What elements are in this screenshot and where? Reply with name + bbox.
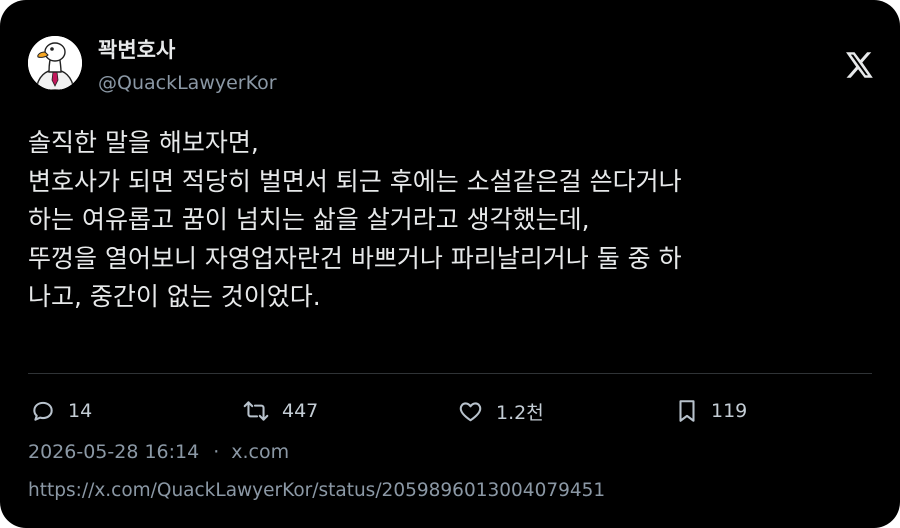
bookmark-count: 119 — [711, 400, 748, 422]
repost-button[interactable]: 447 — [242, 396, 318, 426]
post-text-line: 나고, 중간이 없는 것이었다. — [28, 282, 321, 311]
post-text-line: 변호사가 되면 적당히 벌면서 퇴근 후에는 소설같은걸 쓴다거나 — [28, 166, 682, 196]
meta-separator: · — [213, 441, 220, 463]
x-logo-icon[interactable] — [842, 48, 876, 82]
post-text-line: 하는 여유롭고 꿈이 넘치는 삶을 살거라고 생각했는데, — [28, 205, 590, 234]
author-handle[interactable]: @QuackLawyerKor — [98, 72, 277, 94]
like-count: 1.2천 — [496, 401, 544, 424]
bookmark-button[interactable]: 119 — [675, 396, 747, 426]
reply-button[interactable]: 14 — [30, 396, 92, 426]
status-url-link[interactable]: https://x.com/QuackLawyerKor/status/2059… — [28, 480, 605, 501]
repost-icon — [242, 398, 270, 424]
author-display-name[interactable]: 꽉변호사 — [98, 34, 175, 64]
repost-count: 447 — [282, 400, 319, 422]
post-timestamp[interactable]: 2026-05-28 16:14 — [28, 441, 199, 463]
post-text-line: 뚜껑을 열어보니 자영업자란건 바쁘거나 파리날리거나 둘 중 하 — [28, 243, 682, 273]
post-card: 꽉변호사 @QuackLawyerKor 솔직한 말을 해보자면, 변호사가 되… — [0, 0, 900, 528]
divider — [28, 373, 872, 374]
goose-avatar-icon[interactable] — [28, 36, 82, 90]
post-text: 솔직한 말을 해보자면, 변호사가 되면 적당히 벌면서 퇴근 후에는 소설같은… — [28, 124, 878, 317]
heart-icon — [457, 398, 484, 424]
post-text-line: 솔직한 말을 해보자면, — [28, 128, 259, 157]
post-source[interactable]: x.com — [231, 441, 289, 463]
like-button[interactable]: 1.2천 — [457, 396, 544, 426]
bookmark-icon — [675, 398, 699, 424]
post-meta: 2026-05-28 16:14 · x.com — [28, 441, 289, 463]
reply-count: 14 — [68, 400, 93, 422]
reply-icon — [30, 398, 56, 424]
